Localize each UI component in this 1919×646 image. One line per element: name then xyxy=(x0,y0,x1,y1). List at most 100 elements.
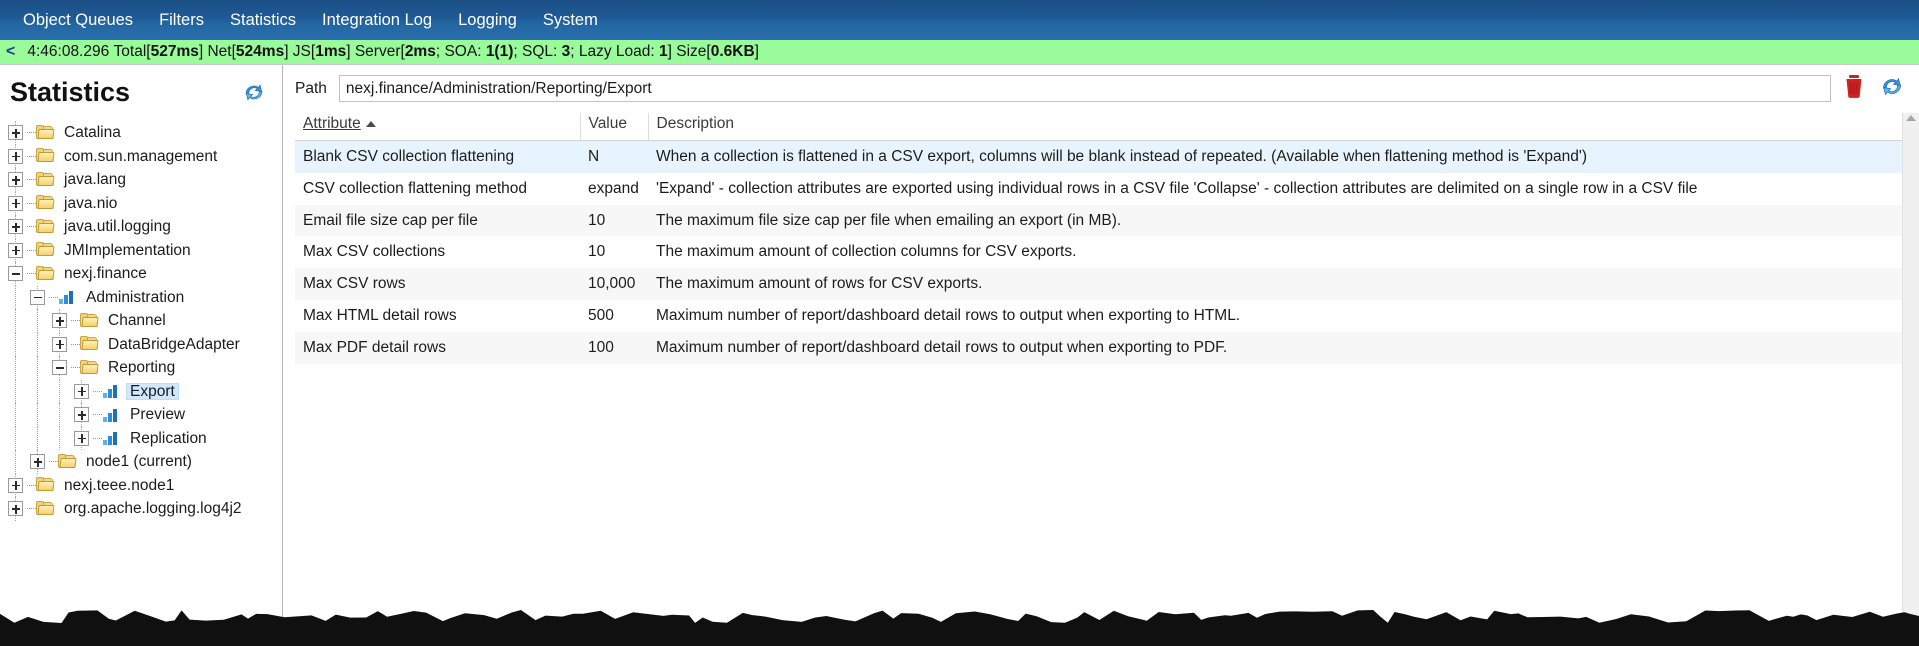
tree-item[interactable]: java.util.logging xyxy=(0,215,282,239)
tree-item[interactable]: java.lang xyxy=(0,168,282,192)
folder-icon xyxy=(80,359,99,376)
tree-item[interactable]: Preview xyxy=(0,403,282,427)
tree-expand-icon[interactable] xyxy=(8,242,23,258)
tree-expand-icon[interactable] xyxy=(30,454,45,470)
back-arrow-button[interactable]: < xyxy=(0,43,27,61)
tree-item[interactable]: Channel xyxy=(0,309,282,333)
tree-item[interactable]: java.nio xyxy=(0,191,282,215)
menu-item-object-queues[interactable]: Object Queues xyxy=(10,6,146,35)
cell-attribute: Max HTML detail rows xyxy=(303,307,457,325)
tree-item-label: Reporting xyxy=(108,359,176,376)
folder-icon xyxy=(36,124,55,141)
cell-description: The maximum amount of rows for CSV expor… xyxy=(648,268,1902,301)
tree-connector xyxy=(27,155,36,157)
sidebar-refresh-icon[interactable] xyxy=(240,78,268,106)
tree-item[interactable]: org.apache.logging.log4j2 xyxy=(0,497,282,521)
tree-item[interactable]: DataBridgeAdapter xyxy=(0,332,282,356)
path-input[interactable] xyxy=(338,75,1831,102)
tree-item[interactable]: Reporting xyxy=(0,356,282,380)
tree-guide-line xyxy=(15,450,16,474)
tree-item[interactable]: nexj.finance xyxy=(0,262,282,286)
tree-connector xyxy=(27,179,36,181)
tree-item-label: DataBridgeAdapter xyxy=(108,335,240,353)
table-row[interactable]: CSV collection flattening method expand 'E… xyxy=(295,173,1902,205)
tree-expand-icon[interactable] xyxy=(8,172,23,188)
cell-attribute: CSV collection flattening method xyxy=(303,179,528,197)
tree-item-label: com.sun.management xyxy=(64,147,218,165)
table-row[interactable]: Max HTML detail rows 500 Maximum number of… xyxy=(295,300,1902,332)
table-row[interactable]: Max CSV rows 10,000 The maximum amount of … xyxy=(295,268,1902,301)
tree-item-label: Administration xyxy=(86,288,185,306)
bar-chart-icon xyxy=(102,407,121,423)
cell-description: Maximum number of report/dashboard detai… xyxy=(656,307,1241,325)
tree-item[interactable]: JMImplementation xyxy=(0,238,282,262)
tree-expand-icon[interactable] xyxy=(52,336,67,352)
table-row[interactable]: Blank CSV collection flattening N When a c… xyxy=(295,140,1902,173)
tree-item-label: Preview xyxy=(130,406,186,423)
app-window: Object Queues Filters Statistics Integra… xyxy=(0,0,1919,646)
attributes-table: Attribute Value Description Blank CSV co… xyxy=(295,113,1902,364)
tree-item-label: java.nio xyxy=(64,194,118,212)
menu-item-system[interactable]: System xyxy=(530,6,611,35)
cell-value: 10,000 xyxy=(580,268,648,301)
menu-item-integration-log[interactable]: Integration Log xyxy=(309,6,445,35)
bar-chart-icon xyxy=(58,289,77,305)
tree-guide-line xyxy=(37,356,38,380)
tree-expand-icon[interactable] xyxy=(74,383,89,399)
tree-connector xyxy=(27,484,36,486)
performance-stats-text: 4:46:08.296 Total[527ms] Net[524ms] JS[1… xyxy=(27,43,759,61)
tree-expand-icon[interactable] xyxy=(8,125,23,141)
menu-item-statistics[interactable]: Statistics xyxy=(217,6,309,35)
cell-value: 500 xyxy=(588,307,614,325)
tree-item[interactable]: nexj.teee.node1 xyxy=(0,473,282,497)
tree-guide-line xyxy=(15,426,16,450)
tree-item[interactable]: Export xyxy=(0,379,282,403)
stat-total-label: Total[ xyxy=(113,43,151,60)
attributes-table-scroll: Attribute Value Description Blank CSV co… xyxy=(295,113,1902,646)
tree-connector xyxy=(27,273,36,275)
column-header-attribute[interactable]: Attribute xyxy=(295,113,580,141)
tree-guide-line xyxy=(15,403,16,427)
tree-expand-icon[interactable] xyxy=(8,219,23,235)
tree-expand-icon[interactable] xyxy=(52,313,67,329)
menu-item-logging[interactable]: Logging xyxy=(445,6,530,35)
table-row[interactable]: Max PDF detail rows 100 Maximum number of … xyxy=(295,331,1902,364)
scroll-up-arrow-icon[interactable] xyxy=(1906,115,1916,121)
cell-value: 100 xyxy=(580,331,648,364)
table-header-row: Attribute Value Description xyxy=(295,113,1902,141)
tree-expand-icon[interactable] xyxy=(8,148,23,164)
tree-item[interactable]: com.sun.management xyxy=(0,144,282,168)
trash-icon[interactable] xyxy=(1841,72,1867,105)
tree-item[interactable]: Administration xyxy=(0,285,282,309)
tree-expand-icon[interactable] xyxy=(8,195,23,211)
tree-expand-icon[interactable] xyxy=(8,501,23,517)
scroll-down-arrow-icon[interactable] xyxy=(1906,638,1916,644)
tree-expand-icon[interactable] xyxy=(8,477,23,493)
tree-collapse-icon[interactable] xyxy=(30,289,45,305)
tree-guide-line xyxy=(15,379,16,403)
tree-expand-icon[interactable] xyxy=(74,430,89,446)
stat-size-label: ] Size[ xyxy=(667,43,711,60)
column-header-description-label: Description xyxy=(656,115,735,132)
vertical-scrollbar[interactable] xyxy=(1902,113,1919,646)
tree-collapse-icon[interactable] xyxy=(8,266,23,282)
folder-icon xyxy=(36,171,55,188)
table-row[interactable]: Email file size cap per file 10 The maximu… xyxy=(295,204,1902,237)
column-header-attribute-label: Attribute xyxy=(303,115,361,132)
stat-server-value: 2ms xyxy=(404,43,436,60)
tree-connector xyxy=(71,367,80,369)
menu-item-filters[interactable]: Filters xyxy=(146,6,217,35)
tree-item[interactable]: Replication xyxy=(0,426,282,450)
column-header-value[interactable]: Value xyxy=(579,113,648,141)
tree-item-label: java.lang xyxy=(64,171,127,188)
tree-connector xyxy=(71,343,80,345)
tree-collapse-icon[interactable] xyxy=(52,360,67,376)
tree-item[interactable]: node1 (current) xyxy=(0,450,282,474)
tree-item-label: nexj.finance xyxy=(64,265,147,282)
path-toolbar: Path xyxy=(283,65,1919,112)
column-header-description[interactable]: Description xyxy=(647,113,1902,141)
tree-item[interactable]: Catalina xyxy=(0,121,282,145)
detail-refresh-icon[interactable] xyxy=(1877,71,1907,106)
table-row[interactable]: Max CSV collections 10 The maximum amount … xyxy=(295,236,1902,268)
tree-expand-icon[interactable] xyxy=(74,407,89,423)
